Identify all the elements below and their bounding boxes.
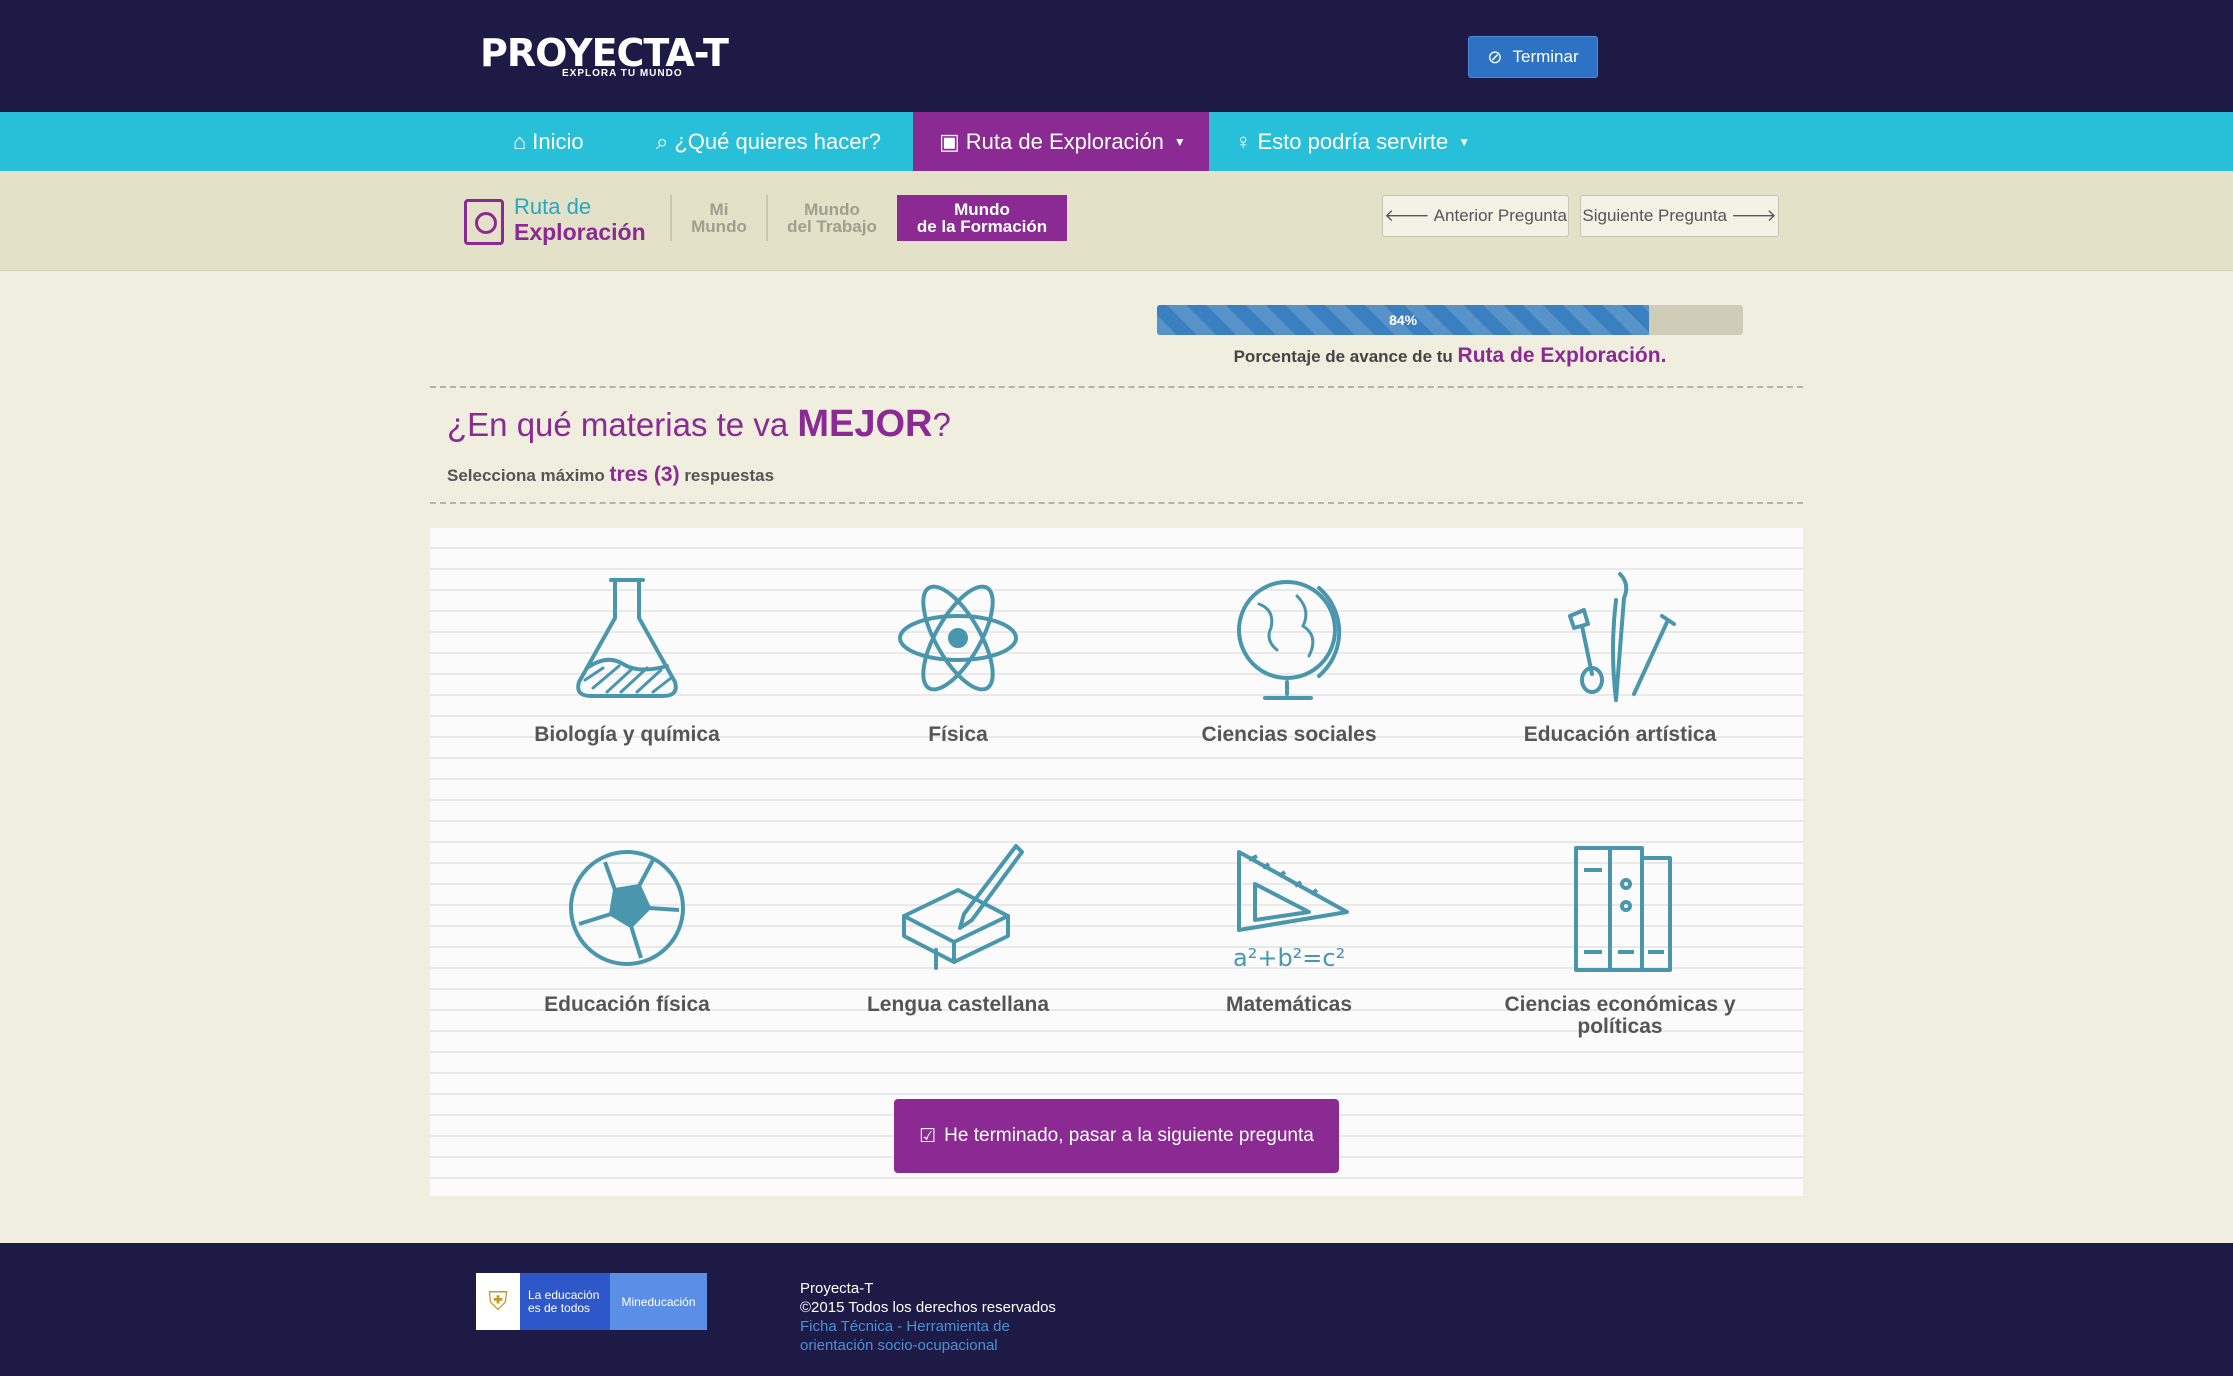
ruta-exploracion-brand: Ruta de Exploración [464, 193, 654, 249]
instruction-prefix: Selecciona máximo [447, 466, 605, 485]
step-line2: Mundo [691, 217, 747, 236]
home-icon: ⌂ [513, 128, 527, 154]
divider [430, 386, 1803, 388]
gov-slogan: La educación es de todos [520, 1273, 610, 1330]
atom-icon [898, 584, 1018, 692]
subject-label: Física [928, 723, 988, 746]
finish-label: He terminado, pasar a la siguiente pregu… [944, 1125, 1314, 1146]
step-line2: de la Formación [916, 217, 1048, 236]
subject-label: Educación artística [1523, 723, 1717, 746]
nav-item-que-quieres-hacer[interactable]: ⌕ ¿Qué quieres hacer? [630, 112, 907, 171]
subject-matematicas[interactable]: a²+b²=c² Matemáticas [1129, 840, 1449, 1016]
subjects-panel: Biología y química Física Ciencias socia… [430, 528, 1803, 1196]
nav-item-esto-podria-servirte[interactable]: ♀ Esto podría servirte ▼ [1209, 112, 1496, 171]
nav-label: Inicio [532, 128, 584, 154]
arrow-left-icon: 🡐 [1384, 206, 1430, 225]
ficha-tecnica-link[interactable]: Ficha Técnica - Herramienta de orientaci… [800, 1317, 1056, 1355]
soccer-ball-icon [569, 850, 685, 966]
progress-label: 84% [1389, 312, 1418, 328]
finish-next-question-button[interactable]: ☑ He terminado, pasar a la siguiente pre… [894, 1099, 1339, 1173]
subject-educacion-fisica[interactable]: Educación física [467, 840, 787, 1016]
link-line1: Ficha Técnica - Herramienta de [800, 1318, 1010, 1335]
progress-caption: Porcentaje de avance de tu Ruta de Explo… [1157, 344, 1743, 368]
ban-icon: ⊘ [1487, 46, 1503, 67]
next-label: Siguiente Pregunta [1582, 206, 1727, 225]
step-line2: del Trabajo [787, 217, 877, 236]
gov-line2: es de todos [528, 1300, 591, 1315]
nav-label: ¿Qué quieres hacer? [674, 128, 881, 154]
link-line2: orientación socio-ocupacional [800, 1337, 998, 1354]
subject-label: Lengua castellana [866, 993, 1050, 1016]
subject-biologia-quimica[interactable]: Biología y química [467, 570, 787, 746]
nav-item-ruta-de-exploracion[interactable]: ▣ Ruta de Exploración ▼ [913, 112, 1209, 171]
question-prefix: ¿En qué materias te va [447, 406, 789, 443]
gov-line1: La educación [528, 1287, 600, 1302]
step-mi-mundo[interactable]: Mi Mundo [670, 195, 766, 241]
book-pen-icon [902, 844, 1024, 970]
brand-line2: Exploración [514, 219, 646, 245]
flask-icon [576, 578, 678, 698]
exploration-subbar: Ruta de Exploración Mi Mundo Mundo del Tra… [0, 171, 2233, 271]
arrow-right-icon: 🡒 [1731, 206, 1777, 225]
triangle-ruler-icon: a²+b²=c² [1233, 850, 1349, 972]
check-square-icon: ☑ [919, 1125, 937, 1147]
paintbrush-icon [1568, 572, 1676, 702]
previous-question-button[interactable]: 🡐 Anterior Pregunta [1382, 195, 1569, 237]
question-emphasis: MEJOR [797, 403, 933, 445]
top-header: PROYECTA-T EXPLORA TU MUNDO ⊘ Terminar [0, 0, 2233, 112]
subject-label: Matemáticas [1225, 993, 1353, 1016]
question-title: ¿En qué materias te va MEJOR? [447, 403, 951, 446]
question-instruction: Selecciona máximo tres (3) respuestas [447, 463, 774, 487]
document-search-icon [464, 199, 504, 245]
caret-down-icon: ▼ [1173, 134, 1186, 149]
instruction-highlight: tres (3) [609, 463, 680, 486]
subject-ciencias-economicas[interactable]: Ciencias económicas y políticas [1460, 840, 1780, 1038]
instruction-suffix: respuestas [684, 466, 775, 485]
caption-prefix: Porcentaje de avance de tu [1233, 347, 1453, 366]
progress-fill: 84% [1157, 305, 1650, 335]
svg-text:a²+b²=c²: a²+b²=c² [1233, 944, 1345, 972]
nav-label: Ruta de Exploración [965, 128, 1164, 154]
lightbulb-icon: ♀ [1235, 128, 1252, 154]
subject-ciencias-sociales[interactable]: Ciencias sociales [1129, 570, 1449, 746]
progress-bar: 84% [1157, 305, 1743, 335]
subject-fisica[interactable]: Física [798, 570, 1118, 746]
document-search-icon: ▣ [939, 128, 960, 154]
search-icon: ⌕ [656, 128, 669, 154]
subject-lengua-castellana[interactable]: Lengua castellana [798, 840, 1118, 1016]
terminar-button[interactable]: ⊘ Terminar [1468, 36, 1598, 78]
subject-label: Ciencias sociales [1201, 723, 1377, 746]
subject-educacion-artistica[interactable]: Educación artística [1460, 570, 1780, 746]
brand-line1: Ruta de [514, 194, 592, 219]
nav-item-inicio[interactable]: ⌂ Inicio [487, 112, 610, 171]
mineducacion-logo[interactable]: ⛨ La educación es de todos Mineducación [476, 1273, 707, 1330]
subject-label: Educación física [544, 993, 710, 1016]
next-question-button[interactable]: Siguiente Pregunta 🡒 [1580, 195, 1779, 237]
subject-label: Biología y química [534, 723, 720, 746]
footer: ⛨ La educación es de todos Mineducación … [0, 1243, 2233, 1376]
caret-down-icon: ▼ [1458, 134, 1471, 149]
copyright: ©2015 Todos los derechos reservados [800, 1299, 1056, 1316]
logo-tagline: EXPLORA TU MUNDO [562, 68, 683, 79]
step-mundo-de-la-formacion[interactable]: Mundo de la Formación [897, 195, 1067, 241]
nav-label: Esto podría servirte [1257, 128, 1449, 154]
caption-highlight: Ruta de Exploración. [1457, 344, 1667, 367]
globe-icon [1237, 580, 1342, 700]
previous-label: Anterior Pregunta [1433, 206, 1567, 225]
terminar-label: Terminar [1512, 47, 1579, 66]
ministry-name: Mineducación [610, 1273, 707, 1330]
proyecta-t-logo[interactable]: PROYECTA-T EXPLORA TU MUNDO [480, 30, 742, 80]
main-navbar: ⌂ Inicio ⌕ ¿Qué quieres hacer? ▣ Ruta de… [0, 112, 2233, 171]
binders-icon [1574, 846, 1672, 972]
coat-of-arms-icon: ⛨ [476, 1273, 520, 1330]
footer-text: Proyecta-T ©2015 Todos los derechos rese… [800, 1279, 1056, 1355]
divider [430, 502, 1803, 504]
question-suffix: ? [932, 406, 951, 443]
step-mundo-del-trabajo[interactable]: Mundo del Trabajo [766, 195, 896, 241]
site-name: Proyecta-T [800, 1280, 874, 1297]
subject-label: Ciencias económicas y políticas [1504, 993, 1736, 1038]
